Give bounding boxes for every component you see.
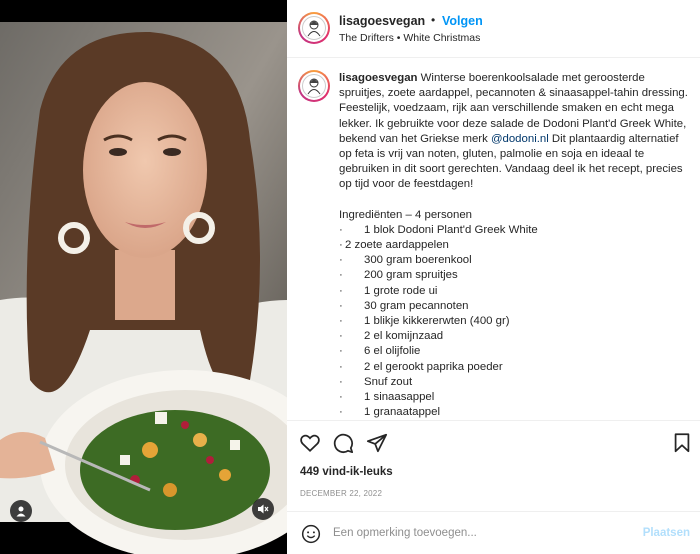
user-icon — [16, 506, 26, 517]
ingredient-item: · 30 gram pecannoten — [339, 299, 691, 314]
ingredient-bullet: · — [339, 406, 343, 419]
avatar[interactable] — [298, 12, 330, 44]
heart-icon[interactable] — [299, 432, 321, 454]
ingredient-bullet: · — [339, 269, 343, 282]
post-media[interactable] — [0, 0, 287, 554]
comment-icon[interactable] — [332, 432, 354, 454]
ingredient-bullet: · — [339, 375, 343, 388]
post-actions: 449 vind-ik-leuks DECEMBER 22, 2022 — [287, 420, 700, 520]
ingredient-item: · 1 blok Dodoni Plant'd Greek White — [339, 223, 691, 238]
follow-button[interactable]: Volgen — [442, 14, 483, 28]
comment-composer: Een opmerking toevoegen... Plaatsen — [287, 511, 700, 554]
ingredient-item: · 2 el gerookt paprika poeder — [339, 360, 691, 375]
ingredient-item: · 1 granaatappel — [339, 405, 691, 419]
ingredient-text: 2 el komijnzaad — [364, 330, 444, 343]
ingredient-text: 1 blok Dodoni Plant'd Greek White — [364, 223, 538, 236]
ingredient-bullet: · — [339, 391, 343, 404]
share-icon[interactable] — [366, 432, 388, 454]
post-video-frame — [0, 0, 287, 554]
post-detail-panel: lisagoesvegan • Volgen The Drifters • Wh… — [287, 0, 700, 554]
ingredient-text: 2 zoete aardappelen — [345, 239, 449, 252]
post-comment-button[interactable]: Plaatsen — [643, 527, 690, 539]
ingredient-item: · 6 el olijfolie — [339, 344, 691, 359]
ingredient-item: · Snuf zout — [339, 375, 691, 390]
ingredient-bullet: · — [339, 330, 343, 343]
comment-input[interactable]: Een opmerking toevoegen... — [333, 527, 477, 539]
ingredient-item: · 2 zoete aardappelen — [339, 238, 691, 253]
ingredient-bullet: · — [339, 315, 343, 328]
ingredient-item: · 200 gram spruitjes — [339, 268, 691, 283]
ingredient-bullet: · — [339, 345, 343, 358]
ingredient-bullet: · — [339, 299, 343, 312]
ingredient-text: 200 gram spruitjes — [364, 269, 458, 282]
post-date[interactable]: DECEMBER 22, 2022 — [300, 489, 382, 498]
ingredient-bullet: · — [339, 223, 343, 236]
caption-username-link[interactable]: lisagoesvegan — [339, 72, 418, 84]
ingredients-title: Ingrediënten – 4 personen — [339, 208, 472, 221]
ingredient-item: · 2 el komijnzaad — [339, 329, 691, 344]
like-count[interactable]: 449 vind-ik-leuks — [300, 466, 393, 478]
ingredient-text: 1 blikje kikkererwten (400 gr) — [364, 315, 510, 328]
ingredient-text: 6 el olijfolie — [364, 345, 421, 358]
ingredient-text: 300 gram boerenkool — [364, 254, 472, 267]
ingredient-bullet: · — [339, 360, 343, 373]
ingredient-text: 2 el gerookt paprika poeder — [364, 360, 503, 373]
mention-link[interactable]: @dodoni.nl — [491, 133, 549, 145]
ingredient-item: · 300 gram boerenkool — [339, 253, 691, 268]
ingredient-item: · 1 grote rode ui — [339, 284, 691, 299]
profile-illustration-icon — [307, 78, 321, 95]
ingredient-text: 1 grote rode ui — [364, 284, 438, 297]
ingredient-text: 30 gram pecannoten — [364, 299, 469, 312]
ingredients-list: · 1 blok Dodoni Plant'd Greek White · 2 zoe… — [339, 223, 691, 419]
ingredient-item: · 1 sinaasappel — [339, 390, 691, 405]
ingredient-item: · 1 blikje kikkererwten (400 gr) — [339, 314, 691, 329]
tagged-users-button[interactable] — [10, 500, 32, 522]
comments-scroll-area[interactable]: lisagoesvegan Winterse boerenkoolsalade … — [287, 59, 700, 419]
ingredient-bullet: · — [339, 254, 343, 267]
post-username-link[interactable]: lisagoesvegan — [339, 14, 425, 28]
emoji-icon[interactable] — [301, 524, 321, 544]
audio-track-link[interactable]: The Drifters • White Christmas — [339, 32, 480, 44]
post-header: lisagoesvegan • Volgen The Drifters • Wh… — [287, 0, 700, 58]
separator-dot: • — [431, 13, 436, 27]
post-caption: lisagoesvegan Winterse boerenkoolsalade … — [339, 71, 691, 419]
speaker-muted-icon — [258, 504, 269, 514]
caption-avatar[interactable] — [298, 70, 330, 102]
ingredient-text: Snuf zout — [364, 375, 413, 388]
ingredient-bullet: · — [339, 284, 343, 297]
ingredient-text: 1 sinaasappel — [364, 391, 435, 404]
profile-illustration-icon — [307, 20, 321, 37]
ingredient-text: 1 granaatappel — [364, 406, 441, 419]
bookmark-icon[interactable] — [671, 432, 693, 454]
mute-button[interactable] — [252, 498, 274, 520]
